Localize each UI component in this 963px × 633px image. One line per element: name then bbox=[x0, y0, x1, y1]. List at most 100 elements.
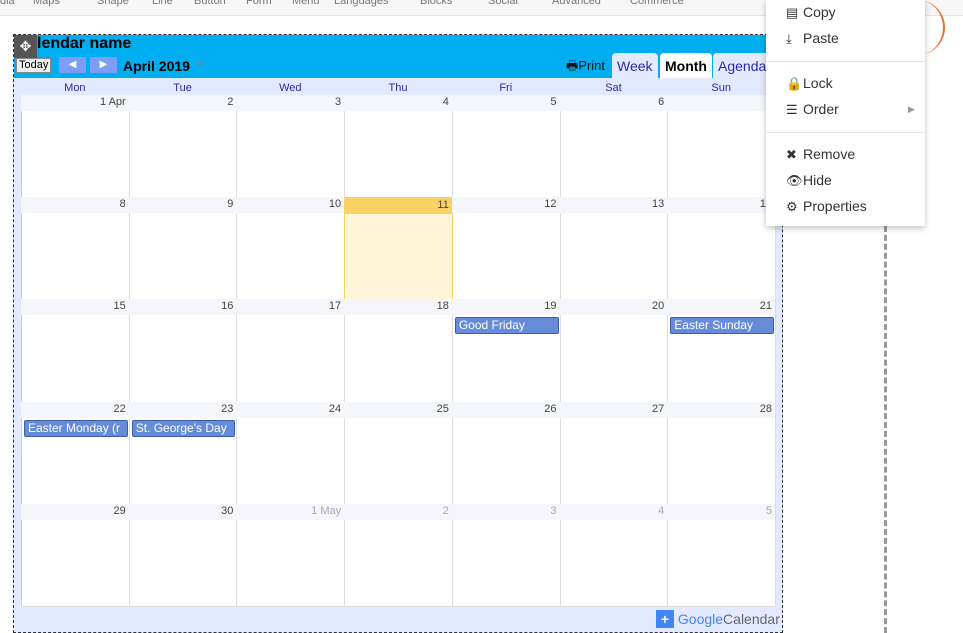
toolbar-item-social[interactable]: Social bbox=[488, 0, 518, 7]
dashed-guide-line bbox=[884, 226, 887, 633]
toolbar-item-blocks[interactable]: Blocks bbox=[420, 0, 452, 7]
day-cell[interactable]: 29 bbox=[21, 503, 130, 607]
day-cell[interactable]: 11 bbox=[344, 197, 453, 301]
day-cell[interactable]: 15 bbox=[21, 299, 130, 403]
day-cell[interactable]: 19 bbox=[451, 299, 561, 403]
day-cell[interactable]: 1 Apr bbox=[21, 95, 130, 199]
toolbar-item-commerce[interactable]: Commerce bbox=[630, 0, 684, 7]
day-cell[interactable]: 10 bbox=[236, 197, 346, 301]
toolbar-item-menu[interactable]: Menu bbox=[292, 0, 320, 7]
day-cell[interactable]: 3 bbox=[451, 503, 561, 607]
day-cell[interactable]: 28 bbox=[667, 401, 776, 505]
month-dropdown-icon[interactable]: ▼ bbox=[195, 59, 205, 70]
menu-item-remove[interactable]: ✖ Remove bbox=[786, 146, 855, 166]
calendar-event[interactable]: Good Friday bbox=[454, 317, 559, 335]
next-month-button[interactable]: ▶ bbox=[90, 57, 117, 73]
toolbar-item-button[interactable]: Button bbox=[194, 0, 226, 7]
calendar-logo-text: Calendar bbox=[723, 611, 780, 627]
day-cell[interactable]: 2 bbox=[128, 95, 238, 199]
day-cell[interactable]: 4 bbox=[559, 503, 669, 607]
day-cell[interactable]: 4 bbox=[344, 95, 453, 199]
day-number: 2 bbox=[128, 95, 237, 111]
day-cell[interactable]: 23 bbox=[128, 401, 238, 505]
day-number: 5 bbox=[667, 503, 775, 520]
toolbar-item-form[interactable]: Form bbox=[246, 0, 272, 7]
tab-agenda[interactable]: Agenda bbox=[713, 53, 772, 78]
today-button[interactable]: Today bbox=[16, 58, 52, 73]
day-number: 21 bbox=[667, 299, 775, 316]
menu-item-paste[interactable]: ⤓ Paste bbox=[786, 30, 839, 50]
menu-item-label: Hide bbox=[803, 172, 832, 188]
weekday-sun: Sun bbox=[711, 82, 731, 94]
print-label: Print bbox=[578, 58, 606, 73]
day-number: 28 bbox=[667, 401, 775, 418]
day-cell[interactable]: 25 bbox=[344, 401, 453, 505]
prev-month-button[interactable]: ◀ bbox=[59, 57, 86, 73]
menu-divider bbox=[766, 132, 925, 133]
day-number: 1 May bbox=[236, 503, 345, 520]
day-cell[interactable]: 13 bbox=[559, 197, 669, 301]
menu-item-label: Remove bbox=[803, 146, 856, 162]
day-number: 25 bbox=[344, 401, 452, 418]
day-number: 10 bbox=[236, 197, 345, 214]
calendar-widget[interactable]: lendar name ✥ Today ◀ ▶ April 2019 ▼ 🖶Pr… bbox=[13, 34, 783, 633]
menu-item-hide[interactable]: 👁Hide bbox=[786, 172, 832, 192]
day-cell[interactable]: 3 bbox=[236, 95, 346, 199]
calendar-event[interactable]: St. George's Day bbox=[131, 419, 236, 437]
day-number: 2 bbox=[344, 503, 452, 520]
printer-icon: 🖶 bbox=[566, 58, 579, 73]
print-button[interactable]: 🖶Print bbox=[566, 57, 605, 79]
day-cell[interactable]: 2 bbox=[344, 503, 453, 607]
calendar-event[interactable]: Easter Monday (r bbox=[24, 419, 128, 437]
day-cell[interactable]: 16 bbox=[128, 299, 238, 403]
day-number: 7 bbox=[667, 95, 775, 111]
tab-week[interactable]: Week bbox=[612, 53, 658, 78]
toolbar-item-advanced[interactable]: Advanced bbox=[552, 0, 601, 7]
day-number: 5 bbox=[451, 95, 560, 111]
google-calendar-button[interactable]: + GoogleCalendar bbox=[656, 610, 780, 628]
weekday-wed: Wed bbox=[279, 82, 302, 94]
toolbar-item-shape[interactable]: Shape bbox=[97, 0, 129, 7]
day-number: 22 bbox=[21, 401, 129, 418]
day-cell[interactable]: 6 bbox=[559, 95, 669, 199]
calendar-event[interactable]: Easter Sunday bbox=[670, 317, 774, 335]
day-cell[interactable]: 9 bbox=[128, 197, 238, 301]
day-cell[interactable]: 20 bbox=[559, 299, 669, 403]
day-cell[interactable]: 8 bbox=[21, 197, 130, 301]
day-number: 3 bbox=[451, 503, 560, 520]
day-number: 19 bbox=[451, 299, 560, 316]
calendar-title: lendar name bbox=[37, 35, 132, 52]
day-cell[interactable]: 21 bbox=[667, 299, 776, 403]
day-cell[interactable]: 12 bbox=[451, 197, 561, 301]
calendar-header: lendar name ✥ Today ◀ ▶ April 2019 ▼ 🖶Pr… bbox=[14, 35, 782, 78]
menu-item-copy[interactable]: ▤ Copy bbox=[786, 4, 836, 24]
day-cell[interactable]: 27 bbox=[559, 401, 669, 505]
day-cell[interactable]: 1 May bbox=[236, 503, 346, 607]
day-cell[interactable]: 14 bbox=[667, 197, 776, 301]
day-cell[interactable]: 17 bbox=[236, 299, 346, 403]
copy-icon: ▤ bbox=[786, 5, 799, 20]
day-number: 9 bbox=[128, 197, 237, 214]
menu-item-lock[interactable]: 🔒Lock bbox=[786, 75, 833, 95]
menu-item-order[interactable]: ☰ Order ▶ bbox=[786, 101, 915, 121]
toolbar-item-line[interactable]: Line bbox=[152, 0, 173, 7]
day-cell[interactable]: 26 bbox=[451, 401, 561, 505]
day-cell[interactable]: 18 bbox=[344, 299, 453, 403]
toolbar-item-languages[interactable]: Languages bbox=[334, 0, 388, 7]
day-cell[interactable]: 5 bbox=[667, 503, 776, 607]
day-cell[interactable]: 24 bbox=[236, 401, 346, 505]
move-handle-icon[interactable]: ✥ bbox=[14, 35, 37, 58]
menu-item-properties[interactable]: ⚙ Properties bbox=[786, 198, 867, 218]
day-cell[interactable]: 22 bbox=[21, 401, 130, 505]
toolbar-item-maps[interactable]: Maps bbox=[33, 0, 60, 7]
weekday-fri: Fri bbox=[499, 82, 513, 94]
day-cell[interactable]: 7 bbox=[667, 95, 776, 199]
day-cell[interactable]: 5 bbox=[451, 95, 561, 199]
tab-month[interactable]: Month bbox=[660, 53, 712, 78]
day-cell[interactable]: 30 bbox=[128, 503, 238, 607]
day-number: 3 bbox=[236, 95, 345, 111]
menu-item-label: Order bbox=[803, 101, 839, 117]
day-number: 16 bbox=[128, 299, 237, 316]
day-number: 29 bbox=[21, 503, 129, 520]
toolbar-item-dia[interactable]: dia bbox=[0, 0, 15, 7]
